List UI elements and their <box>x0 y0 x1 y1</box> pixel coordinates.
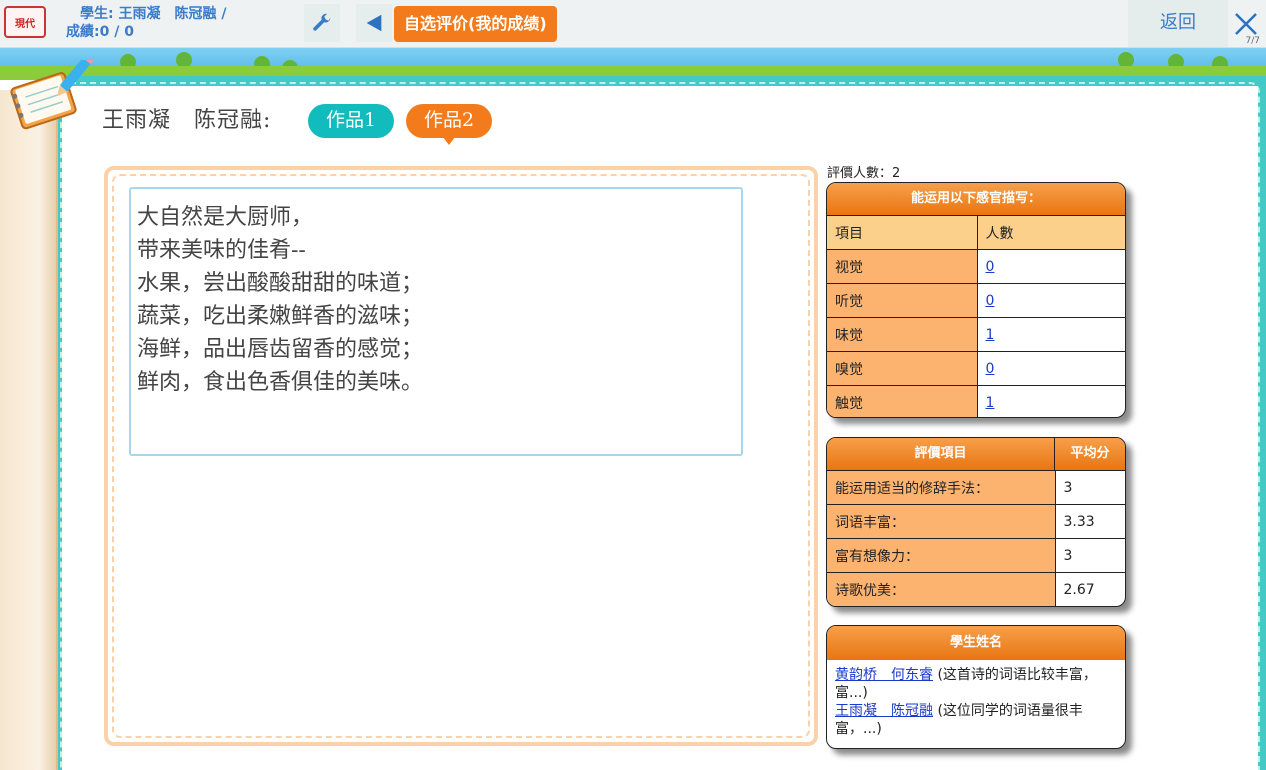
student-name-link[interactable]: 王雨凝 陈冠融 <box>835 703 933 719</box>
tab-work-2[interactable]: 作品2 <box>406 104 492 138</box>
senses-header-row: 項目 人數 <box>827 215 1125 250</box>
table-row: 触觉 1 <box>827 385 1125 417</box>
prev-arrow-icon <box>366 14 382 32</box>
senses-table: 項目 人數 视觉 0 听觉 0 味觉 1 嗅觉 0 触觉 1 <box>827 215 1125 417</box>
list-item: 黄韵桥 何东睿 (这首诗的词语比较丰富，富...) <box>827 660 1125 702</box>
list-item: 王雨凝 陈冠融 (这位同学的词语量很丰富，...) <box>827 702 1125 738</box>
criterion-average: 3 <box>1055 470 1125 505</box>
score-text: 成績:0 / 0 <box>66 24 134 40</box>
criterion-average: 3 <box>1055 538 1125 573</box>
table-row: 词语丰富： 3.33 <box>827 504 1125 539</box>
poem-line: 海鲜，品出唇齿留香的感觉； <box>137 337 424 362</box>
close-icon <box>1235 13 1257 35</box>
previous-button[interactable] <box>356 4 392 42</box>
sense-count-cell: 0 <box>977 283 1125 318</box>
table-row: 富有想像力： 3 <box>827 538 1125 573</box>
logo-text: 現代 <box>15 18 35 30</box>
wrench-icon <box>313 13 331 31</box>
criterion-name: 能运用适当的修辞手法： <box>827 470 1056 505</box>
col-criteria-header: 評價項目 <box>827 438 1055 470</box>
col-item-header: 項目 <box>827 215 978 250</box>
sense-name: 触觉 <box>827 385 978 417</box>
poem-line: 带来美味的佳肴-- <box>137 238 306 263</box>
student-names: 學生: 王雨凝 陈冠融 / <box>80 6 227 22</box>
app-logo: 現代 <box>4 6 46 38</box>
active-tab-pointer <box>443 137 455 145</box>
sense-count-cell: 1 <box>977 317 1125 352</box>
sense-name: 听觉 <box>827 283 978 318</box>
table-row: 听觉 0 <box>827 283 1125 318</box>
poem-line: 蔬菜，吃出柔嫩鲜香的滋味； <box>137 304 424 329</box>
criterion-name: 诗歌优美： <box>827 572 1056 606</box>
sense-count-link[interactable]: 1 <box>986 327 995 343</box>
criterion-name: 词语丰富： <box>827 504 1056 539</box>
student-name-link[interactable]: 黄韵桥 何东睿 <box>835 667 933 683</box>
notebook-spine <box>0 90 58 770</box>
rating-count: 評價人數：2 <box>827 166 901 181</box>
sense-name: 嗅觉 <box>827 351 978 386</box>
col-count-header: 人數 <box>977 215 1125 250</box>
sense-count-link[interactable]: 0 <box>986 293 995 309</box>
table-row: 味觉 1 <box>827 317 1125 352</box>
scores-table: 能运用适当的修辞手法： 3 词语丰富： 3.33 富有想像力： 3 诗歌优美： … <box>827 470 1125 606</box>
student-comments-panel: 學生姓名 黄韵桥 何东睿 (这首诗的词语比较丰富，富...) 王雨凝 陈冠融 (… <box>826 625 1126 749</box>
sense-count-link[interactable]: 1 <box>986 395 995 411</box>
close-button[interactable] <box>1232 10 1260 38</box>
table-row: 视觉 0 <box>827 249 1125 284</box>
page-counter: 7/7 <box>1245 36 1260 46</box>
criterion-average: 3.33 <box>1055 504 1125 539</box>
sense-count-cell: 0 <box>977 351 1125 386</box>
sense-name: 视觉 <box>827 249 978 284</box>
notebook-pencil-icon <box>10 60 94 130</box>
tools-button[interactable] <box>304 4 340 42</box>
criterion-average: 2.67 <box>1055 572 1125 606</box>
sense-name: 味觉 <box>827 317 978 352</box>
poem-line: 大自然是大厨师， <box>137 205 314 230</box>
scores-panel: 評價項目 平均分 能运用适当的修辞手法： 3 词语丰富： 3.33 富有想像力：… <box>826 437 1126 607</box>
senses-panel: 能运用以下感官描写： 項目 人數 视觉 0 听觉 0 味觉 1 嗅觉 0 触觉 … <box>826 182 1126 418</box>
student-comments-title: 學生姓名 <box>827 626 1125 660</box>
sense-count-link[interactable]: 0 <box>986 259 995 275</box>
tab-work-1[interactable]: 作品1 <box>308 104 394 138</box>
work-authors-heading: 王雨凝 陈冠融: <box>102 108 272 133</box>
sense-count-cell: 1 <box>977 385 1125 417</box>
sense-count-link[interactable]: 0 <box>986 361 995 377</box>
poem-line: 鲜肉，食出色香俱佳的美味。 <box>137 370 424 395</box>
table-row: 能运用适当的修辞手法： 3 <box>827 470 1125 505</box>
table-row: 嗅觉 0 <box>827 351 1125 386</box>
page-title-button[interactable]: 自选评价(我的成绩) <box>394 6 557 42</box>
sense-count-cell: 0 <box>977 249 1125 284</box>
student-info: 學生: 王雨凝 陈冠融 / 成績:0 / 0 <box>66 5 226 41</box>
poem-line: 水果，尝出酸酸甜甜的味道； <box>137 271 424 296</box>
poem-text-box: 大自然是大厨师， 带来美味的佳肴-- 水果，尝出酸酸甜甜的味道； 蔬菜，吃出柔嫩… <box>129 187 743 456</box>
col-average-header: 平均分 <box>1070 446 1110 461</box>
scores-panel-header: 評價項目 平均分 <box>827 438 1125 470</box>
back-button[interactable]: 返回 <box>1128 0 1228 47</box>
table-row: 诗歌优美： 2.67 <box>827 572 1125 606</box>
top-toolbar: 現代 學生: 王雨凝 陈冠融 / 成績:0 / 0 自选评价(我的成绩) 返回 … <box>0 0 1266 48</box>
criterion-name: 富有想像力： <box>827 538 1056 573</box>
senses-panel-title: 能运用以下感官描写： <box>827 183 1125 215</box>
